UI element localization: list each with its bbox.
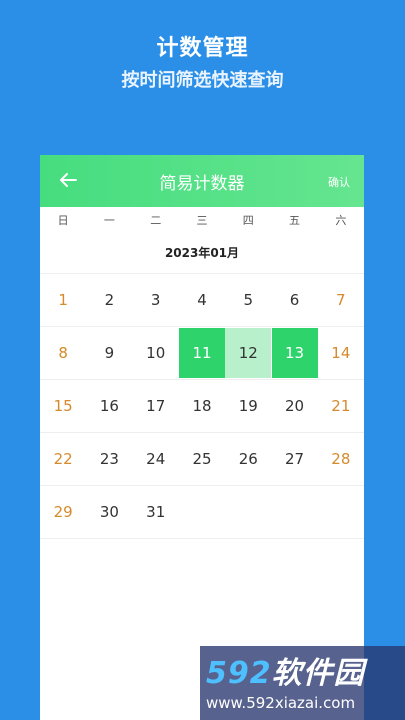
calendar-day[interactable]: 21 <box>318 380 364 432</box>
calendar-day-number: 15 <box>53 397 73 415</box>
calendar-day[interactable]: 28 <box>318 433 364 485</box>
calendar-day-number: 20 <box>285 397 305 415</box>
calendar-day[interactable]: 30 <box>86 486 132 538</box>
phone-screen: 简易计数器 确认 日 一 二 三 四 五 六 2023年01月 12345678… <box>40 155 364 720</box>
calendar-day-number: 8 <box>58 344 68 362</box>
calendar-day[interactable]: 13 <box>271 327 318 379</box>
watermark-brand: 592软件园 <box>206 648 365 692</box>
calendar-day-number: 9 <box>104 344 115 362</box>
calendar-day-number: 25 <box>192 450 212 468</box>
weekday-label: 日 <box>57 214 69 227</box>
watermark-url: www.592xiazai.com <box>206 694 356 712</box>
watermark-brand-text: 软件园 <box>271 656 365 691</box>
calendar-day[interactable]: 20 <box>271 380 317 432</box>
calendar-day-number: 1 <box>58 291 68 309</box>
calendar-day[interactable]: 25 <box>179 433 225 485</box>
calendar-day[interactable]: 15 <box>40 380 86 432</box>
weekday-label: 五 <box>289 214 301 227</box>
watermark: 592软件园 www.592xiazai.com <box>200 646 405 720</box>
calendar-day-number: 16 <box>99 397 119 415</box>
calendar-day[interactable]: 8 <box>40 327 86 379</box>
calendar-day[interactable]: 2 <box>86 274 132 326</box>
calendar-day-number: 31 <box>146 503 166 521</box>
calendar-day-number: 30 <box>99 503 119 521</box>
calendar-day-number: 12 <box>225 328 272 378</box>
calendar-day-number: 6 <box>289 291 300 309</box>
promo-title: 计数管理 <box>156 36 249 61</box>
calendar-day-number: 23 <box>99 450 119 468</box>
calendar-week-row: 1 2 3 4 5 6 7 <box>40 274 364 327</box>
weekday-header: 日 一 二 三 四 五 六 <box>40 207 364 233</box>
weekday-label: 二 <box>150 214 162 227</box>
calendar-empty-cell <box>271 486 317 538</box>
calendar-day-number: 11 <box>178 328 225 378</box>
calendar-day-number: 10 <box>146 344 166 362</box>
calendar-day-number: 19 <box>238 397 258 415</box>
calendar-week-row: 15 16 17 18 19 20 21 <box>40 380 364 433</box>
calendar-day[interactable]: 1 <box>40 274 86 326</box>
calendar-week-row: 8 9 10 11 12 13 14 <box>40 327 364 380</box>
calendar-day[interactable]: 24 <box>133 433 179 485</box>
calendar-week-row: 29 30 31 <box>40 486 364 539</box>
weekday-label: 六 <box>335 214 347 227</box>
calendar-day[interactable]: 3 <box>133 274 179 326</box>
calendar-day[interactable]: 27 <box>271 433 317 485</box>
calendar-day[interactable]: 18 <box>179 380 225 432</box>
calendar-day[interactable]: 5 <box>225 274 271 326</box>
calendar-day-number: 26 <box>238 450 258 468</box>
calendar-day-number: 2 <box>104 291 115 309</box>
calendar-day-number: 13 <box>271 328 318 378</box>
calendar-week-row: 22 23 24 25 26 27 28 <box>40 433 364 486</box>
calendar-day[interactable]: 29 <box>40 486 86 538</box>
calendar-day-number <box>179 487 225 537</box>
calendar-day[interactable]: 31 <box>133 486 179 538</box>
calendar-day[interactable]: 7 <box>318 274 364 326</box>
weekday-label: 三 <box>196 214 208 227</box>
calendar-day[interactable]: 26 <box>225 433 271 485</box>
confirm-button[interactable]: 确认 <box>328 174 350 190</box>
calendar-day[interactable]: 14 <box>318 327 364 379</box>
calendar-day-number: 27 <box>285 450 305 468</box>
calendar-day[interactable]: 17 <box>133 380 179 432</box>
calendar-empty-cell <box>179 486 225 538</box>
calendar-day[interactable]: 12 <box>225 327 272 379</box>
weekday-label: 四 <box>242 214 254 227</box>
calendar-day[interactable]: 10 <box>133 327 179 379</box>
calendar-day-number <box>272 487 318 537</box>
calendar-day[interactable]: 4 <box>179 274 225 326</box>
calendar-day-number: 5 <box>243 291 254 309</box>
calendar-day-number: 4 <box>197 291 207 309</box>
month-label: 2023年01月 <box>40 233 364 274</box>
calendar-day-number: 24 <box>146 450 166 468</box>
calendar-day-number <box>225 487 271 537</box>
app-title: 简易计数器 <box>159 174 245 194</box>
calendar-day-number: 22 <box>53 450 73 468</box>
weekday-label: 一 <box>103 214 115 227</box>
calendar-empty-cell <box>225 486 271 538</box>
calendar-day[interactable]: 22 <box>40 433 86 485</box>
calendar-day[interactable]: 16 <box>86 380 132 432</box>
calendar-day[interactable]: 11 <box>178 327 225 379</box>
calendar-day-number: 21 <box>331 397 351 415</box>
calendar-day[interactable]: 9 <box>86 327 132 379</box>
calendar-day-number: 3 <box>150 291 161 309</box>
calendar-grid: 1 2 3 4 5 6 7 8 9 10 11 12 13 14 15 16 17 18 19 20 21 22 23 24 2… <box>40 274 364 539</box>
calendar-day-number: 17 <box>146 397 166 415</box>
app-bar: 简易计数器 确认 <box>40 155 364 207</box>
watermark-brand-number: 592 <box>206 656 272 691</box>
calendar-empty-cell <box>318 486 364 538</box>
calendar-day-number: 7 <box>336 291 346 309</box>
calendar-day-number: 28 <box>331 450 351 468</box>
calendar-day-number <box>318 487 364 537</box>
calendar-day[interactable]: 23 <box>86 433 132 485</box>
calendar-day[interactable]: 19 <box>225 380 271 432</box>
promo-subtitle: 按时间筛选快速查询 <box>121 70 284 91</box>
calendar-day-number: 18 <box>192 397 212 415</box>
calendar-day-number: 29 <box>53 503 73 521</box>
calendar-day-number: 14 <box>331 344 351 362</box>
calendar-day[interactable]: 6 <box>271 274 317 326</box>
